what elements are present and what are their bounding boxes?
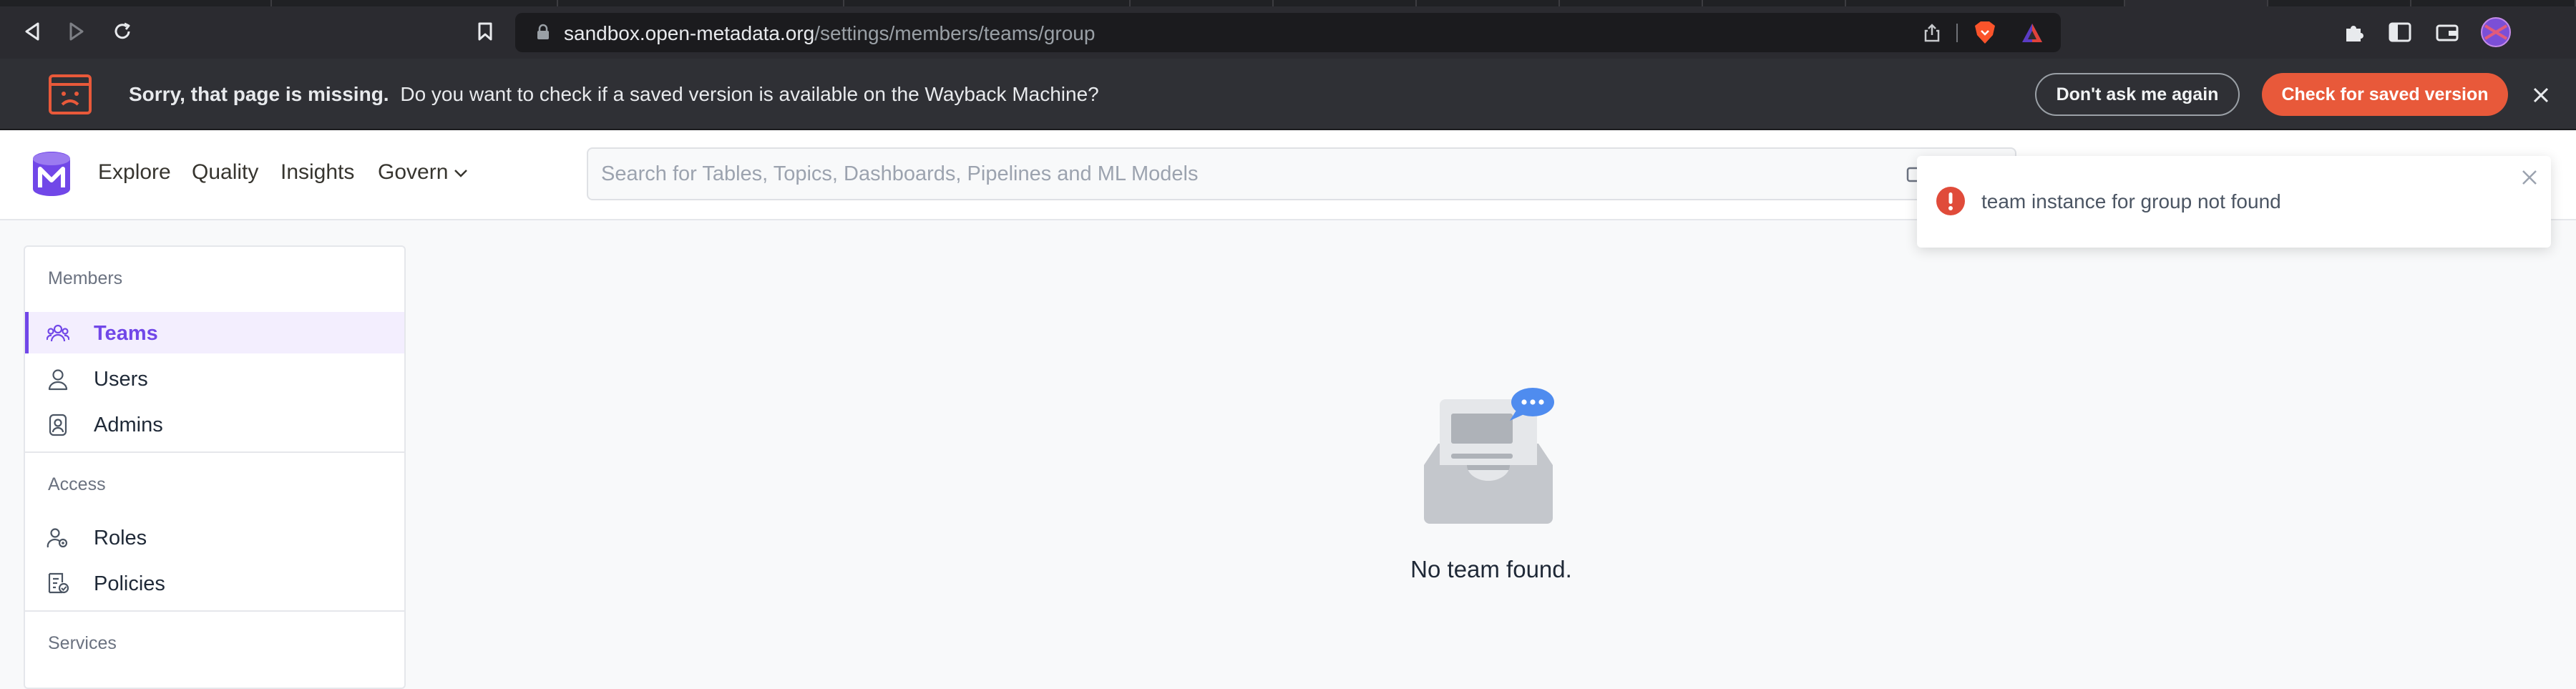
browser-tab[interactable] [0, 0, 272, 6]
empty-inbox-illustration-icon [1424, 388, 1554, 524]
dont-ask-again-button[interactable]: Don't ask me again [2035, 73, 2240, 116]
browser-tab-strip [0, 0, 2576, 6]
browser-tab[interactable] [1560, 0, 1703, 6]
sidebar-group-services: Services [48, 633, 117, 653]
browser-tab-active[interactable] [2125, 0, 2268, 6]
wayback-message: Sorry, that page is missing. Do you want… [129, 83, 1099, 106]
bookmark-icon [478, 22, 492, 41]
url-host: sandbox.open-metadata.org [564, 22, 815, 44]
sad-page-icon [49, 74, 92, 114]
close-icon[interactable] [2519, 167, 2540, 187]
openmetadata-logo-icon[interactable] [31, 150, 72, 197]
close-icon[interactable] [2530, 84, 2552, 106]
chevron-down-icon [454, 170, 468, 177]
sidebar-toggle-button[interactable] [2384, 16, 2416, 48]
forward-button[interactable] [60, 15, 93, 48]
empty-state-message: No team found. [1410, 556, 1572, 582]
browser-tab[interactable] [2268, 0, 2411, 6]
settings-sidebar: Members Teams Users Admins Access Roles … [24, 245, 406, 689]
error-icon [1936, 187, 1965, 215]
sidebar-item-roles[interactable]: Roles [25, 517, 404, 558]
forward-icon [69, 22, 84, 41]
admin-icon [49, 414, 67, 436]
brave-lion-icon [1975, 21, 1995, 44]
nav-explore[interactable]: Explore [98, 160, 171, 185]
browser-toolbar: sandbox.open-metadata.org/settings/membe… [0, 6, 2576, 59]
wallet-icon [2436, 24, 2459, 41]
sidebar-group-access: Access [48, 474, 106, 494]
brave-shields-button[interactable] [1972, 20, 1998, 46]
back-icon [25, 22, 39, 41]
share-icon [1924, 24, 1940, 42]
puzzle-icon [2346, 26, 2363, 41]
sidebar-item-label: Admins [94, 414, 163, 436]
extensions-button[interactable] [2338, 16, 2370, 48]
sidebar-item-label: Teams [94, 322, 158, 345]
browser-tab[interactable] [2411, 0, 2576, 6]
sidebar-item-admins[interactable]: Admins [25, 404, 404, 445]
check-saved-version-button[interactable]: Check for saved version [2262, 73, 2508, 116]
bookmark-button[interactable] [469, 15, 502, 48]
browser-tab[interactable] [844, 0, 1131, 6]
global-search[interactable] [587, 147, 2016, 200]
reload-icon [114, 22, 130, 39]
user-icon [48, 369, 68, 391]
sidebar-item-policies[interactable]: Policies [25, 562, 404, 604]
error-toast: team instance for group not found [1917, 156, 2551, 248]
profile-button[interactable] [2480, 16, 2512, 48]
wallet-button[interactable] [2431, 16, 2463, 48]
sidebar-panel-icon [2389, 22, 2411, 42]
wayback-title: Sorry, that page is missing. [129, 83, 389, 105]
reload-button[interactable] [106, 15, 139, 48]
browser-tab[interactable] [1131, 0, 1274, 6]
back-button[interactable] [16, 15, 49, 48]
wayback-question: Do you want to check if a saved version … [400, 83, 1099, 105]
browser-tab[interactable] [558, 0, 844, 6]
url-text: sandbox.open-metadata.org/settings/membe… [564, 22, 1095, 45]
browser-tab[interactable] [1417, 0, 1560, 6]
lock-icon [537, 24, 549, 39]
brave-rewards-button[interactable] [2019, 20, 2045, 46]
sidebar-item-label: Policies [94, 572, 165, 595]
sidebar-group-members: Members [48, 268, 123, 288]
omnibox-separator [1956, 24, 1958, 42]
url-path: /settings/members/teams/group [814, 22, 1096, 44]
browser-tab[interactable] [1846, 0, 2125, 6]
sidebar-divider [25, 610, 404, 612]
nav-insights[interactable]: Insights [280, 160, 354, 185]
browser-tab[interactable] [1703, 0, 1846, 6]
nav-govern-label: Govern [378, 160, 449, 184]
browser-tab[interactable] [1274, 0, 1417, 6]
teams-icon [47, 324, 69, 342]
policies-icon [48, 572, 69, 594]
sidebar-item-label: Users [94, 368, 148, 391]
nav-govern[interactable]: Govern [378, 160, 468, 185]
sidebar-item-users[interactable]: Users [25, 358, 404, 399]
search-input[interactable] [601, 156, 1961, 192]
sidebar-item-teams[interactable]: Teams [25, 312, 404, 353]
roles-icon [47, 528, 68, 548]
wayback-infobar: Sorry, that page is missing. Do you want… [0, 59, 2576, 130]
sidebar-item-label: Roles [94, 527, 147, 549]
address-bar[interactable]: sandbox.open-metadata.org/settings/membe… [515, 13, 2061, 52]
brave-rewards-icon [2022, 24, 2042, 42]
browser-tab[interactable] [272, 0, 558, 6]
avatar-icon [2481, 17, 2511, 47]
toast-message: team instance for group not found [1981, 190, 2281, 212]
nav-quality[interactable]: Quality [192, 160, 258, 185]
share-button[interactable] [1919, 20, 1945, 46]
sidebar-divider [25, 451, 404, 453]
